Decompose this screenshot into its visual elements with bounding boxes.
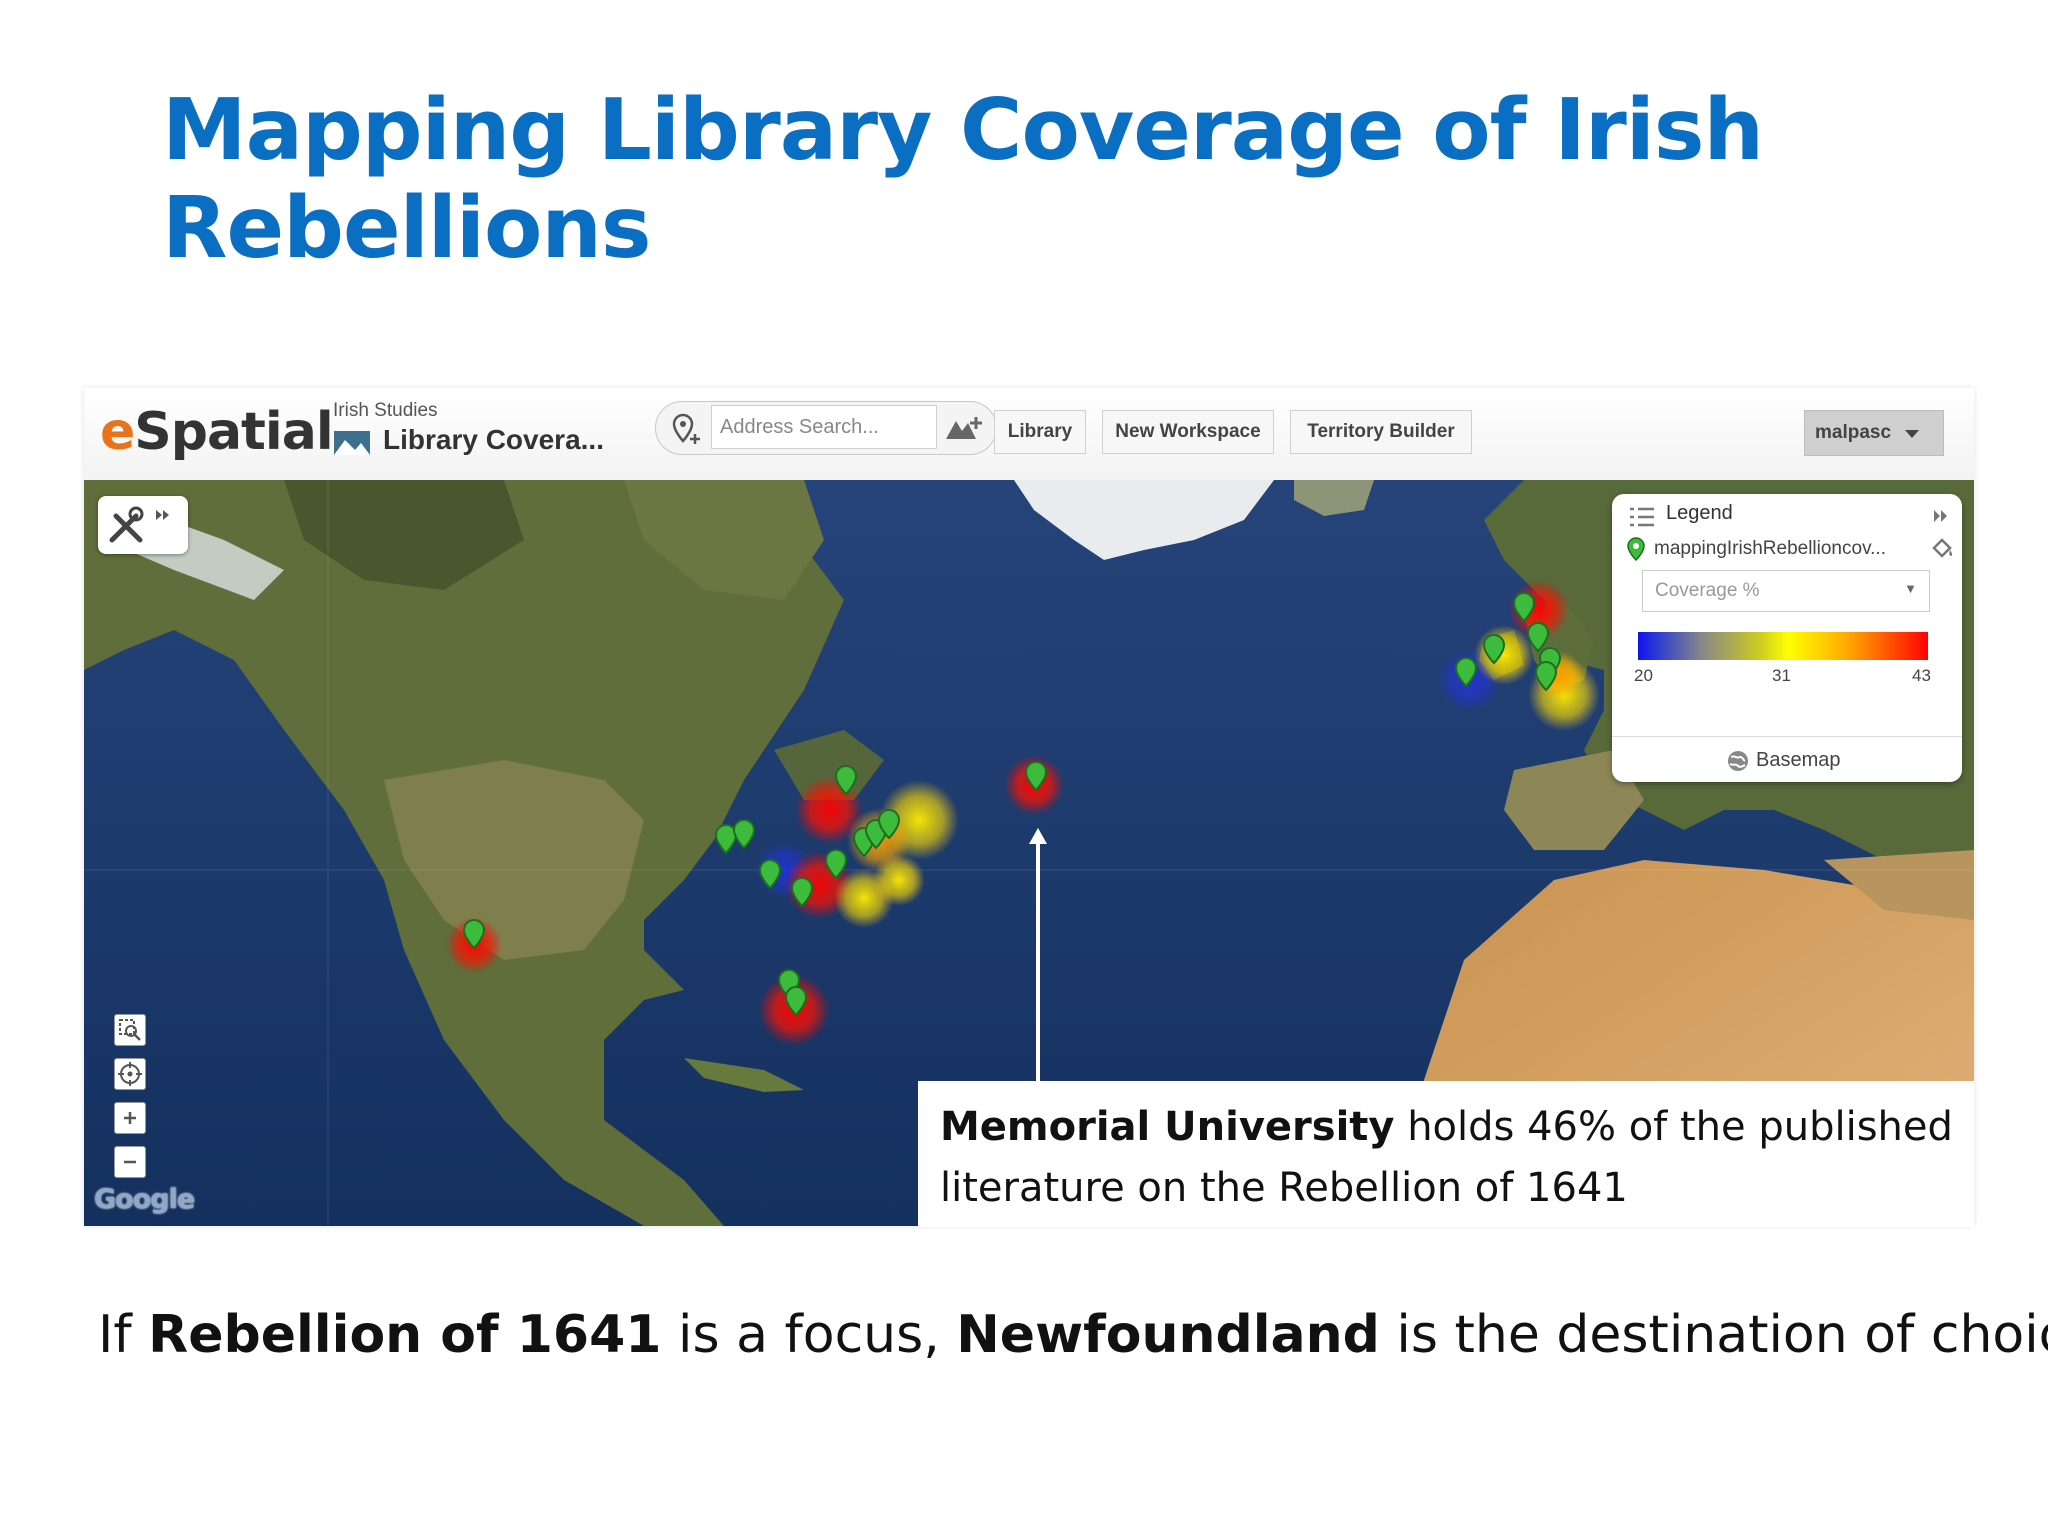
legend-title: Legend	[1666, 502, 1733, 524]
callout-pointer-line	[1036, 840, 1040, 1081]
new-workspace-button[interactable]: New Workspace	[1102, 410, 1274, 454]
caption-part-2: is a focus,	[661, 1305, 957, 1365]
google-attribution: Google	[94, 1184, 195, 1215]
user-menu-button[interactable]: malpasc	[1804, 410, 1944, 456]
scale-min: 20	[1634, 666, 1653, 685]
slide-caption: If Rebellion of 1641 is a focus, Newfoun…	[98, 1300, 2048, 1370]
map-icon	[334, 431, 370, 455]
locate-button[interactable]	[114, 1058, 146, 1090]
workspace-title[interactable]: Library Covera...	[383, 424, 604, 456]
zoom-out-button[interactable]	[114, 1146, 146, 1178]
caption-part-3: is the destination of choice.	[1379, 1305, 2048, 1365]
logo-spatial: Spatial	[134, 402, 333, 462]
username: malpasc	[1815, 422, 1892, 443]
library-button[interactable]: Library	[994, 410, 1086, 454]
add-location-icon[interactable]	[670, 412, 704, 446]
address-search	[655, 401, 997, 455]
legend-panel: Legend mappingIrishRebellioncov... Cover…	[1612, 494, 1962, 782]
callout-university: Memorial University	[940, 1104, 1395, 1150]
add-map-icon[interactable]	[944, 413, 984, 443]
zoom-in-button[interactable]	[114, 1102, 146, 1134]
territory-builder-button[interactable]: Territory Builder	[1290, 410, 1472, 454]
coverage-field-value: Coverage %	[1655, 580, 1760, 601]
espatial-logo[interactable]: eSpatial	[100, 402, 334, 462]
app-header: eSpatial Irish Studies Library Covera...…	[84, 388, 1974, 481]
zoom-out-icon	[124, 1160, 136, 1164]
callout-text: Memorial University holds 46% of the pub…	[940, 1097, 1960, 1219]
slide-title: Mapping Library Coverage of Irish Rebell…	[162, 81, 1764, 278]
locate-icon	[118, 1062, 142, 1086]
caption-rebellion: Rebellion of 1641	[148, 1305, 662, 1365]
tools-button[interactable]	[98, 496, 188, 554]
callout-box: Memorial University holds 46% of the pub…	[918, 1081, 1974, 1227]
legend-list-icon	[1630, 507, 1654, 527]
legend-layer-name[interactable]: mappingIrishRebellioncov...	[1654, 538, 1886, 560]
scale-mid: 31	[1772, 666, 1791, 685]
chevron-down-icon	[1905, 430, 1919, 438]
logo-e: e	[100, 402, 135, 462]
basemap-label: Basemap	[1756, 749, 1841, 771]
chevron-down-icon: ▼	[1904, 581, 1917, 596]
caption-newfoundland: Newfoundland	[956, 1305, 1380, 1365]
tools-icon	[109, 506, 169, 543]
zoom-in-icon	[124, 1112, 136, 1124]
color-ramp	[1638, 632, 1928, 660]
basemap-button[interactable]: Basemap	[1612, 736, 1962, 781]
zoom-box-button[interactable]	[114, 1014, 146, 1046]
paint-bucket-icon[interactable]	[1930, 538, 1954, 560]
breadcrumb-section[interactable]: Irish Studies	[333, 400, 438, 422]
map-pin-icon	[1627, 537, 1645, 562]
globe-icon	[1728, 751, 1748, 771]
double-chevron-icon[interactable]	[1932, 508, 1950, 524]
scale-max: 43	[1912, 666, 1931, 685]
coverage-field-select[interactable]: Coverage % ▼	[1642, 570, 1930, 612]
zoom-box-icon	[119, 1019, 141, 1041]
caption-part-1: If	[98, 1305, 149, 1365]
address-search-input[interactable]	[711, 405, 937, 449]
